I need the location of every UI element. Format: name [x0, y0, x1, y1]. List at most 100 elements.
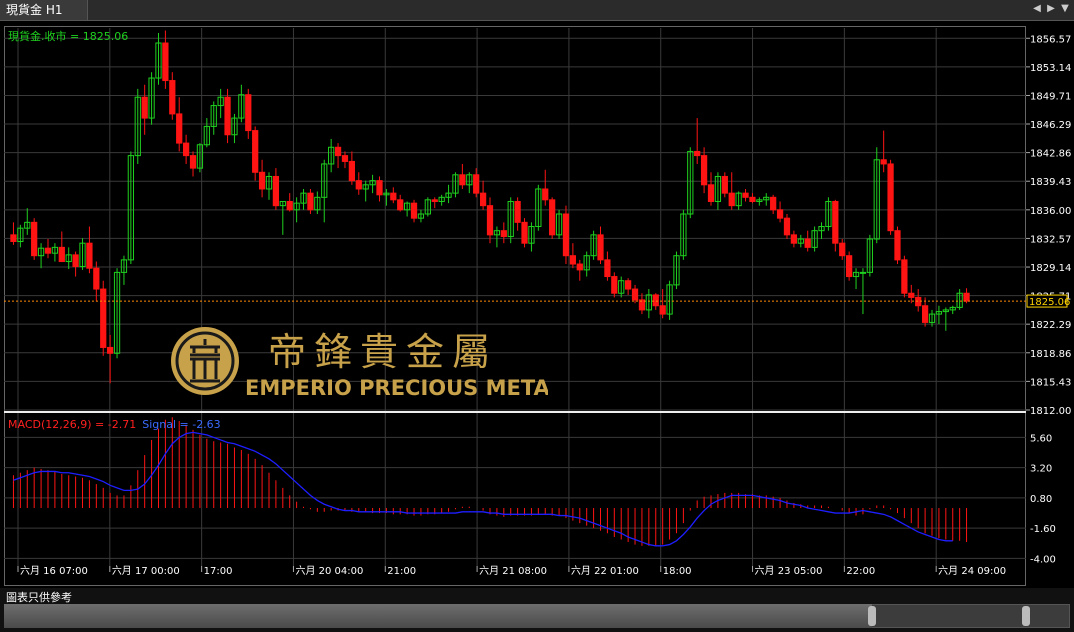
overview-range[interactable]: [4, 604, 872, 628]
time-tick-label: 21:00: [387, 566, 416, 577]
candle-body: [721, 175, 728, 194]
candle-body: [93, 267, 100, 290]
macd-tick-label: -4.00: [1030, 554, 1056, 565]
time-tick-label: 六月 24 09:00: [938, 565, 1006, 577]
candle-body: [901, 259, 908, 294]
candle-body: [355, 180, 362, 190]
candle-body: [176, 113, 183, 144]
grid-lines: [4, 28, 1026, 566]
price-tick-label: 1812.00: [1030, 406, 1071, 417]
candle-body: [859, 271, 867, 274]
price-tick-label: 1832.57: [1030, 234, 1071, 245]
candle-body: [963, 292, 970, 302]
candle-body: [832, 200, 839, 244]
candle-body: [390, 192, 397, 201]
candle-body: [397, 199, 404, 211]
macd-signal-line: [13, 431, 953, 547]
candle-body: [915, 296, 922, 307]
macd-tick-label: -1.60: [1030, 524, 1056, 535]
price-tick-label: 1815.43: [1030, 377, 1071, 388]
candle-body: [286, 200, 293, 211]
disclaimer-text: 圖表只供參考: [6, 591, 72, 604]
candle-body: [44, 247, 52, 254]
candle-body: [162, 42, 169, 82]
price-tick-label: 1849.71: [1030, 91, 1071, 102]
candle-body: [597, 234, 604, 261]
candle-body: [569, 255, 577, 265]
candle-body: [700, 155, 708, 186]
candle-body: [749, 196, 756, 202]
time-tick-label: 六月 23 05:00: [755, 565, 823, 577]
candle-body: [486, 205, 494, 236]
candle-body: [479, 192, 487, 207]
candle-body: [631, 288, 639, 301]
main-series-label: 現貨金.收市 = 1825.06: [8, 29, 128, 43]
candle-body: [894, 230, 901, 261]
price-tick-label: 1853.14: [1030, 63, 1071, 74]
time-tick-label: 18:00: [663, 566, 692, 577]
candle-body: [107, 346, 114, 354]
candle-body: [473, 174, 480, 194]
chart-svg: 1856.57 1853.14 1849.71 1846.29 1842.86 1839.…: [4, 28, 1071, 577]
candle-body: [341, 155, 349, 162]
macd-panel: [12, 417, 968, 547]
candle-body: [182, 142, 190, 157]
candle-body: [790, 234, 798, 244]
candle-body: [500, 230, 507, 238]
candle-body: [258, 171, 266, 190]
time-tick-label: 17:00: [204, 566, 233, 577]
candle-body: [410, 202, 418, 219]
macd-signal-label: Signal = -2.63: [142, 418, 220, 431]
watermark-chinese: 帝鋒貴金屬: [268, 330, 498, 374]
watermark-english: EMPERIO PRECIOUS METALS: [245, 376, 548, 400]
price-tick-label: 1839.43: [1030, 177, 1071, 188]
candle-body: [72, 254, 79, 268]
candle-body: [562, 213, 570, 257]
candle-body: [542, 188, 549, 201]
macd-value-label: MACD(12,26,9) = -2.71 Signal = -2.63: [8, 418, 221, 431]
candle-body: [880, 159, 887, 165]
candle-body: [611, 276, 618, 294]
macd-tick-label: 3.20: [1030, 464, 1052, 475]
time-tick-label: 22:00: [846, 566, 875, 577]
candle-body: [659, 305, 666, 315]
candle-body: [31, 221, 38, 257]
time-tick-label: 六月 17 00:00: [112, 565, 180, 577]
axes: 1856.57 1853.14 1849.71 1846.29 1842.86 1839.…: [17, 34, 1071, 577]
candle-body: [252, 130, 259, 173]
candle-body: [272, 175, 280, 207]
candle-body: [521, 221, 528, 244]
macd-tick-label: 0.80: [1030, 494, 1052, 505]
candle-body: [908, 292, 915, 298]
candle-body: [728, 192, 735, 207]
candle-body: [431, 199, 438, 202]
candle-body: [334, 146, 342, 157]
macd-main-label: MACD(12,26,9) = -2.71: [8, 418, 136, 431]
scroll-handle-right[interactable]: [1022, 606, 1030, 626]
candle-body: [783, 217, 791, 236]
candle-body: [604, 259, 611, 278]
candle-body: [307, 192, 314, 211]
current-price-label: 1825.06: [1029, 297, 1070, 308]
candle-body: [887, 163, 894, 232]
candle-body: [625, 280, 632, 290]
candle-body: [549, 199, 556, 236]
watermark-logo: 帝鋒貴金屬 EMPERIO PRECIOUS METALS: [168, 325, 578, 409]
time-tick-label: 六月 20 04:00: [295, 565, 363, 577]
candle-body: [804, 238, 811, 248]
watermark-svg: 帝鋒貴金屬 EMPERIO PRECIOUS METALS: [171, 327, 578, 400]
scroll-handle-left[interactable]: [868, 606, 876, 626]
price-tick-label: 1818.86: [1030, 349, 1071, 360]
price-tick-label: 1842.86: [1030, 149, 1071, 160]
candle-body: [189, 155, 197, 169]
price-tick-label: 1829.14: [1030, 263, 1071, 274]
candle-body: [376, 180, 383, 196]
candle-body: [707, 184, 715, 202]
macd-tick-label: 5.60: [1030, 433, 1052, 444]
candle-body: [776, 209, 784, 219]
candle-body: [576, 263, 583, 271]
candle-body: [10, 234, 17, 243]
time-tick-label: 六月 21 08:00: [479, 565, 547, 577]
candle-body: [141, 96, 148, 119]
candle-body: [742, 192, 749, 198]
